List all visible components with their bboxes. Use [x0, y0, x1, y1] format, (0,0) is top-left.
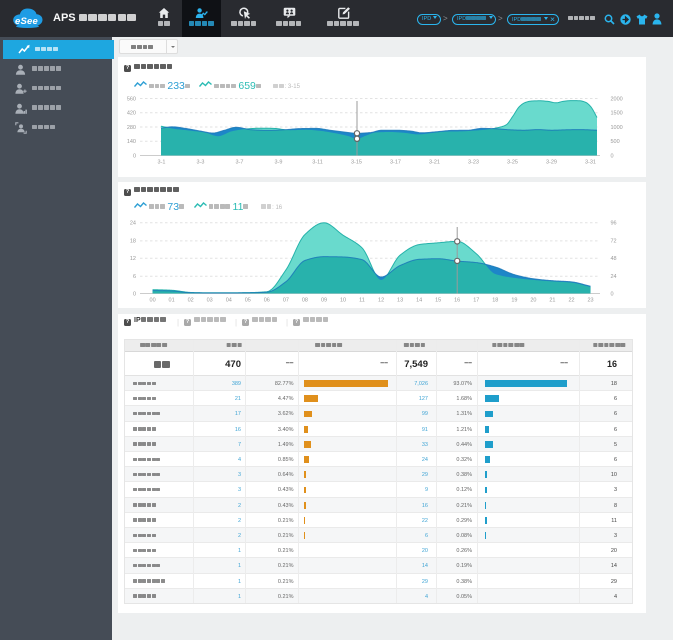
svg-text:06: 06: [264, 298, 270, 304]
svg-text:19: 19: [511, 298, 517, 304]
svg-text:3-31: 3-31: [585, 160, 596, 166]
svg-text:3-17: 3-17: [390, 160, 401, 166]
svg-text:15: 15: [435, 298, 441, 304]
svg-text:02: 02: [188, 298, 194, 304]
svg-text:12: 12: [378, 298, 384, 304]
svg-text:3-1: 3-1: [158, 160, 166, 166]
svg-text:17: 17: [473, 298, 479, 304]
svg-text:280: 280: [127, 125, 136, 131]
svg-text:3-9: 3-9: [275, 160, 283, 166]
svg-text:6: 6: [133, 274, 136, 280]
svg-text:420: 420: [127, 111, 136, 117]
svg-text:00: 00: [150, 298, 156, 304]
svg-text:14: 14: [416, 298, 422, 304]
svg-text:11: 11: [359, 298, 365, 304]
svg-text:3-15: 3-15: [351, 160, 362, 166]
svg-text:0: 0: [611, 153, 614, 159]
svg-text:3-21: 3-21: [429, 160, 440, 166]
svg-text:09: 09: [321, 298, 327, 304]
svg-text:560: 560: [127, 96, 136, 102]
svg-text:10: 10: [340, 298, 346, 304]
svg-text:16: 16: [454, 298, 460, 304]
svg-text:3-11: 3-11: [312, 160, 323, 166]
svg-text:18: 18: [492, 298, 498, 304]
svg-text:72: 72: [611, 239, 617, 245]
svg-text:21: 21: [549, 298, 555, 304]
svg-text:140: 140: [127, 139, 136, 145]
svg-text:0: 0: [611, 291, 614, 297]
svg-text:1500: 1500: [611, 111, 623, 117]
svg-text:03: 03: [207, 298, 213, 304]
svg-text:48: 48: [611, 256, 617, 262]
svg-text:24: 24: [611, 274, 617, 280]
svg-text:13: 13: [397, 298, 403, 304]
svg-text:07: 07: [283, 298, 289, 304]
svg-text:20: 20: [530, 298, 536, 304]
svg-text:96: 96: [611, 221, 617, 227]
svg-text:04: 04: [226, 298, 232, 304]
svg-text:3-23: 3-23: [468, 160, 479, 166]
svg-text:2000: 2000: [611, 96, 623, 102]
svg-text:3-25: 3-25: [507, 160, 518, 166]
svg-text:3-7: 3-7: [236, 160, 244, 166]
svg-text:08: 08: [302, 298, 308, 304]
svg-text:3-3: 3-3: [197, 160, 205, 166]
svg-text:0: 0: [133, 153, 136, 159]
svg-text:3-29: 3-29: [546, 160, 557, 166]
svg-text:01: 01: [169, 298, 175, 304]
svg-text:05: 05: [245, 298, 251, 304]
svg-text:1000: 1000: [611, 125, 623, 131]
svg-text:24: 24: [130, 221, 136, 227]
svg-text:12: 12: [130, 256, 136, 262]
svg-text:23: 23: [587, 298, 593, 304]
svg-text:0: 0: [133, 291, 136, 297]
svg-text:18: 18: [130, 239, 136, 245]
svg-text:500: 500: [611, 139, 620, 145]
svg-text:22: 22: [568, 298, 574, 304]
